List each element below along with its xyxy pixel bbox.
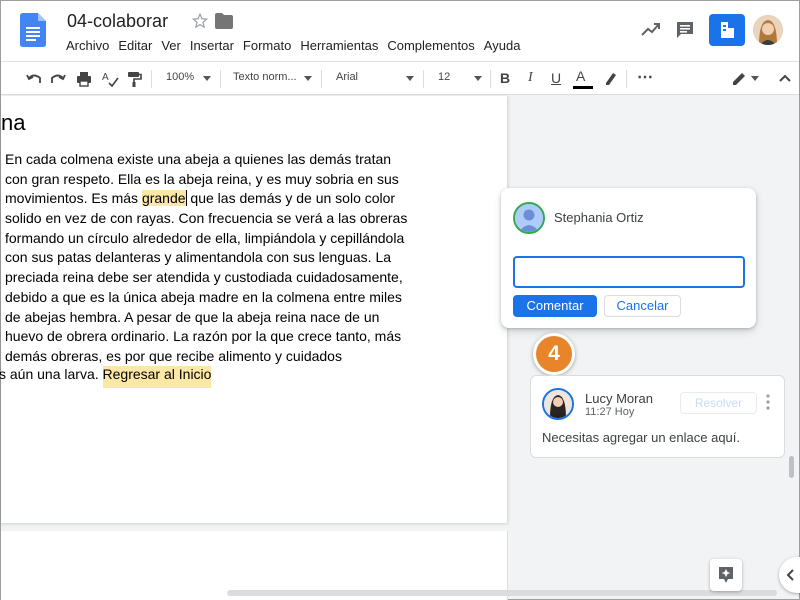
svg-text:A: A <box>102 72 109 83</box>
folder-icon[interactable] <box>215 13 233 29</box>
activity-trend-icon[interactable] <box>641 21 661 37</box>
font-size-select[interactable]: 12 <box>438 71 450 83</box>
menu-herramientas[interactable]: Herramientas <box>300 38 378 53</box>
user-avatar-image-icon <box>753 15 783 45</box>
side-panel-toggle[interactable] <box>779 557 800 593</box>
bold-button[interactable]: B <box>500 70 510 86</box>
explore-icon <box>719 567 733 583</box>
text-color-swatch <box>573 86 593 89</box>
underline-button[interactable]: U <box>551 70 561 86</box>
paragraph-line: preciada reina debe ser atendida y custo… <box>5 269 403 286</box>
existing-comment-card[interactable]: Lucy Moran 11:27 Hoy Resolver Necesitas … <box>530 375 785 458</box>
comment-history-icon[interactable] <box>675 20 695 40</box>
author-photo-icon <box>544 390 572 418</box>
more-options-button[interactable]: ⋯ <box>637 67 653 87</box>
resolve-button[interactable]: Resolver <box>680 392 757 414</box>
menu-ver[interactable]: Ver <box>161 38 181 53</box>
toolbar-separator <box>151 70 152 88</box>
comment-input[interactable] <box>513 256 745 288</box>
paint-format-icon[interactable] <box>125 70 143 88</box>
menu-ayuda[interactable]: Ayuda <box>484 38 521 53</box>
toolbar-separator <box>321 70 322 88</box>
line-text: movimientos. Es más <box>5 190 142 207</box>
zoom-caret-icon[interactable] <box>203 76 211 81</box>
paragraph-line: con sus patas delanteras y alimentandola… <box>5 249 392 266</box>
editing-mode-pencil-icon[interactable] <box>730 70 748 88</box>
app-header: 04-colaborar Archivo Editar Ver Insertar… <box>1 1 799 61</box>
undo-icon[interactable] <box>25 70 43 88</box>
document-page[interactable]: na En cada colmena existe una abeja a qu… <box>0 96 508 523</box>
more-vert-icon[interactable] <box>765 393 771 411</box>
menu-bar: Archivo Editar Ver Insertar Formato Herr… <box>66 38 529 53</box>
paragraph-line: con gran respeto. Ella es la abeja reina… <box>5 170 399 187</box>
font-select[interactable]: Arial <box>336 71 358 83</box>
toolbar-separator <box>220 70 221 88</box>
print-icon[interactable] <box>75 70 93 88</box>
menu-complementos[interactable]: Complementos <box>387 38 474 53</box>
paragraph-line: solido en vez de con rayas. Con frecuenc… <box>5 210 408 227</box>
redo-icon[interactable] <box>49 70 67 88</box>
italic-button[interactable]: I <box>528 70 533 86</box>
paragraph-line: huevo de obrera ordinario. La razón por … <box>5 328 402 345</box>
comment-author-avatar <box>542 388 574 420</box>
font-size-caret-icon[interactable] <box>474 76 482 81</box>
toolbar-separator <box>490 70 491 88</box>
document-heading: na <box>1 110 26 135</box>
line-text: que las demás y de un solo color <box>186 190 396 207</box>
explore-button[interactable] <box>710 559 742 591</box>
tutorial-step-badge: 4 <box>533 333 575 375</box>
vertical-scrollbar[interactable] <box>789 456 794 478</box>
spellcheck-icon[interactable]: A <box>101 70 119 88</box>
paragraph-line: debido a que es la única abeja madre en … <box>5 288 402 305</box>
share-lock-icon <box>721 22 734 38</box>
text-color-button[interactable]: A <box>576 68 585 84</box>
commenter-name: Stephania Ortiz <box>554 210 644 225</box>
paragraph-line: En cada colmena existe una abeja a quien… <box>5 151 392 167</box>
paragraph-style-select[interactable]: Texto norm... <box>233 71 297 83</box>
docs-logo-icon[interactable] <box>20 13 46 47</box>
collapse-toolbar-icon[interactable] <box>776 70 794 88</box>
menu-insertar[interactable]: Insertar <box>190 38 234 53</box>
comment-cancel-button[interactable]: Cancelar <box>604 295 681 317</box>
zoom-select[interactable]: 100% <box>166 71 194 83</box>
paragraph-last-line: s aún una larva. Regresar al Inicio <box>0 366 212 388</box>
editing-mode-caret-icon[interactable] <box>751 76 759 81</box>
user-avatar[interactable] <box>753 15 783 45</box>
horizontal-scrollbar[interactable] <box>227 590 777 596</box>
font-caret-icon[interactable] <box>406 76 414 81</box>
paragraph-line: demás obreras, es por que recibe aliment… <box>5 347 342 364</box>
new-comment-card: Stephania Ortiz Comentar Cancelar <box>501 188 756 328</box>
comment-timestamp: 11:27 Hoy <box>585 406 635 418</box>
toolbar-separator <box>423 70 424 88</box>
return-to-start-text[interactable]: Regresar al Inicio <box>102 366 212 388</box>
style-caret-icon[interactable] <box>304 76 312 81</box>
document-title[interactable]: 04-colaborar <box>67 11 168 32</box>
person-silhouette-icon <box>515 204 543 232</box>
line-text: s aún una larva. <box>0 366 103 382</box>
commenter-avatar <box>513 202 545 234</box>
menu-archivo[interactable]: Archivo <box>66 38 109 53</box>
toolbar-separator <box>626 70 627 88</box>
menu-formato[interactable]: Formato <box>243 38 291 53</box>
paragraph-line: movimientos. Es más grande que las demás… <box>5 189 505 209</box>
document-paragraph: En cada colmena existe una abeja a quien… <box>5 150 505 367</box>
comment-submit-button[interactable]: Comentar <box>513 295 597 317</box>
formatting-toolbar: A 100% Texto norm... Arial 12 B I U A ⋯ <box>1 61 799 95</box>
paragraph-line: de abejas hembra. A pesar de que la abej… <box>5 308 380 325</box>
document-canvas: na En cada colmena existe una abeja a qu… <box>0 96 800 600</box>
highlight-pen-icon[interactable] <box>601 70 619 88</box>
commented-text-highlight[interactable]: grande <box>141 190 186 207</box>
share-button[interactable] <box>709 14 745 46</box>
comment-body-text: Necesitas agregar un enlace aquí. <box>542 430 741 445</box>
comment-author-name: Lucy Moran <box>585 391 653 406</box>
star-icon[interactable] <box>191 12 209 30</box>
menu-editar[interactable]: Editar <box>118 38 152 53</box>
paragraph-line: formando un círculo alrededor de ella, l… <box>5 229 405 246</box>
chevron-left-icon <box>786 569 794 581</box>
